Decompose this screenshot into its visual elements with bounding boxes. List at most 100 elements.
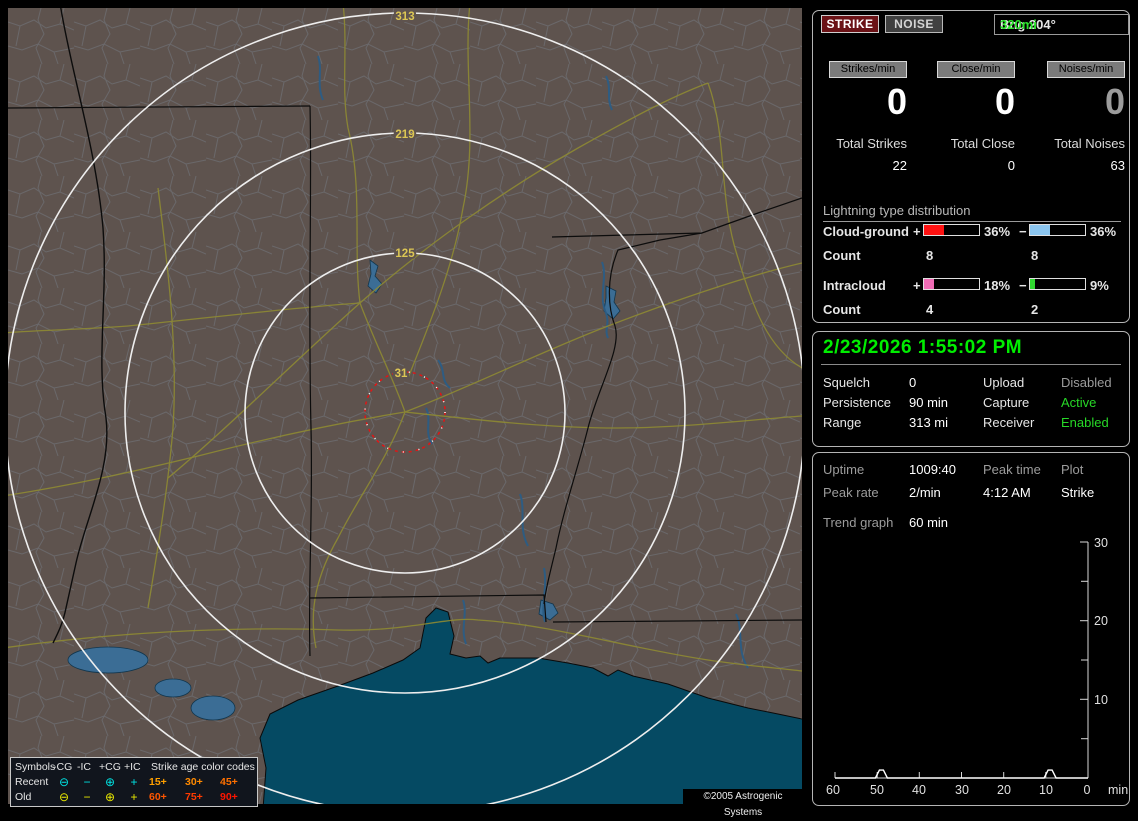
peak-time-label: Peak time xyxy=(983,462,1041,477)
copyright-notice: ©2005 Astrogenic Systems xyxy=(683,789,803,818)
ring-label-313: 313 xyxy=(395,11,414,23)
strike-symbol-legend: Symbols -CG -IC +CG +IC Strike age color… xyxy=(10,757,258,807)
datetime-display: 2/23/2026 1:55:02 PM xyxy=(823,337,1023,358)
bearing-range-readout: Bng 204° 320mi xyxy=(994,14,1129,35)
svg-text:0: 0 xyxy=(1084,783,1091,797)
old-pos-cg-icon: ⊕ xyxy=(104,790,116,804)
squelch-value: 0 xyxy=(909,375,917,390)
strike-mode-button[interactable]: STRIKE xyxy=(821,15,879,33)
ring-label-219: 219 xyxy=(395,129,414,141)
peak-time-value: 4:12 AM xyxy=(983,485,1031,500)
peak-rate-row: Peak rate 2/min 4:12 AM Strike xyxy=(813,485,1129,501)
legend-recent-row: Recent ⊖ − ⊕ + 15+ 30+ 45+ xyxy=(11,775,257,789)
legend-old-row: Old ⊖ − ⊕ + 60+ 75+ 90+ xyxy=(11,790,257,804)
range-label: Range xyxy=(823,415,862,430)
svg-text:20: 20 xyxy=(1094,614,1108,628)
cg-positive-bar xyxy=(923,224,980,236)
range-row: Range 313 mi Receiver Enabled xyxy=(813,415,1129,431)
ic-negative-bar-fill xyxy=(1030,279,1035,289)
cg-positive-pct: 36% xyxy=(984,224,1011,239)
uptime-label: Uptime xyxy=(823,462,865,477)
squelch-row: Squelch 0 Upload Disabled xyxy=(813,375,1129,391)
strikes-per-min-button[interactable]: Strikes/min xyxy=(829,61,907,78)
cloud-ground-row: Cloud-ground + 36% − 36% xyxy=(813,224,1129,240)
ring-label-125: 125 xyxy=(395,248,415,260)
total-strikes-label: Total Strikes xyxy=(836,136,907,151)
peak-rate-label: Peak rate xyxy=(823,485,879,500)
age-60: 60+ xyxy=(149,791,167,803)
noises-per-min-button[interactable]: Noises/min xyxy=(1047,61,1125,78)
range-value: 320mi xyxy=(1000,17,1037,32)
intracloud-count-row: Count 4 2 xyxy=(813,302,1129,318)
plus-sign: + xyxy=(913,224,921,239)
ic-positive-pct: 18% xyxy=(984,278,1011,293)
svg-text:10: 10 xyxy=(1094,693,1108,707)
strike-counter-panel: STRIKE NOISE Bng 204° 320mi Strikes/min … xyxy=(812,10,1130,323)
distribution-title: Lightning type distribution xyxy=(823,203,1121,222)
peak-rate-value: 2/min xyxy=(909,485,941,500)
svg-text:40: 40 xyxy=(912,783,926,797)
total-close-value: 0 xyxy=(1007,158,1015,173)
trend-graph: 60 50 40 30 20 10 0 min 30 20 10 xyxy=(826,536,1128,797)
count-label: Count xyxy=(823,248,861,263)
svg-text:20: 20 xyxy=(997,783,1011,797)
age-45: 45+ xyxy=(220,776,238,788)
trend-graph-row: Trend graph 60 min xyxy=(813,515,1129,531)
strikes-per-min-value: 0 xyxy=(886,81,907,122)
cg-negative-pct: 36% xyxy=(1090,224,1117,239)
range-value: 313 mi xyxy=(909,415,949,430)
radar-map[interactable]: 313 219 125 31 xyxy=(8,8,802,804)
old-neg-cg-icon: ⊖ xyxy=(58,790,70,804)
age-15: 15+ xyxy=(149,776,167,788)
close-per-min-button[interactable]: Close/min xyxy=(937,61,1015,78)
total-noises-label: Total Noises xyxy=(1054,136,1125,151)
old-pos-ic-icon: + xyxy=(130,790,138,804)
svg-text:30: 30 xyxy=(955,783,969,797)
upload-label: Upload xyxy=(983,375,1025,390)
intracloud-row: Intracloud + 18% − 9% xyxy=(813,278,1129,294)
plot-label: Plot xyxy=(1061,462,1084,477)
cg-positive-count: 8 xyxy=(926,248,934,263)
total-noises-value: 63 xyxy=(1110,158,1125,173)
ic-positive-count: 4 xyxy=(926,302,934,317)
ring-label-31: 31 xyxy=(395,368,408,380)
cloud-ground-count-row: Count 8 8 xyxy=(813,248,1129,264)
legend-old-label: Old xyxy=(15,791,32,803)
intracloud-label: Intracloud xyxy=(823,278,886,293)
svg-text:60: 60 xyxy=(826,783,840,797)
age-30: 30+ xyxy=(185,776,203,788)
legend-age-header: Strike age color codes xyxy=(151,761,255,773)
uptime-value: 1009:40 xyxy=(909,462,956,477)
legend-recent-label: Recent xyxy=(15,776,49,788)
upload-status: Disabled xyxy=(1061,375,1112,390)
ic-negative-count: 2 xyxy=(1031,302,1039,317)
total-strikes-value: 22 xyxy=(892,158,907,173)
total-close-label: Total Close xyxy=(950,136,1015,151)
noise-mode-button[interactable]: NOISE xyxy=(885,15,943,33)
svg-text:10: 10 xyxy=(1039,783,1053,797)
cg-negative-bar-fill xyxy=(1030,225,1050,235)
cg-negative-bar xyxy=(1029,224,1086,236)
recent-pos-ic-icon: + xyxy=(130,775,138,789)
trend-graph-span: 60 min xyxy=(909,515,949,530)
recent-neg-cg-icon: ⊖ xyxy=(58,775,70,789)
legend-symbols-header: Symbols xyxy=(15,761,56,773)
legend-header-row: Symbols -CG -IC +CG +IC Strike age color… xyxy=(11,760,257,774)
x-tick-marks xyxy=(834,772,1089,778)
lightning-tracker-app: { "colors": { "clock_green": "#00ee00", … xyxy=(0,0,1138,818)
persistence-value: 90 min xyxy=(909,395,949,410)
capture-label: Capture xyxy=(983,395,1030,410)
y-tick-labels: 30 20 10 xyxy=(1094,536,1108,707)
noises-column: Noises/min 0 Total Noises 63 xyxy=(1025,61,1125,173)
clock-status-panel: 2/23/2026 1:55:02 PM Squelch 0 Upload Di… xyxy=(812,331,1130,447)
ic-positive-bar xyxy=(923,278,980,290)
recent-pos-cg-icon: ⊕ xyxy=(104,775,116,789)
ic-negative-bar xyxy=(1029,278,1086,290)
cg-negative-count: 8 xyxy=(1031,248,1039,263)
receiver-status: Enabled xyxy=(1061,415,1109,430)
x-tick-labels: 60 50 40 30 20 10 0 min xyxy=(826,783,1128,797)
old-neg-ic-icon: − xyxy=(83,790,91,804)
persistence-row: Persistence 90 min Capture Active xyxy=(813,395,1129,411)
age-75: 75+ xyxy=(185,791,203,803)
svg-text:50: 50 xyxy=(870,783,884,797)
